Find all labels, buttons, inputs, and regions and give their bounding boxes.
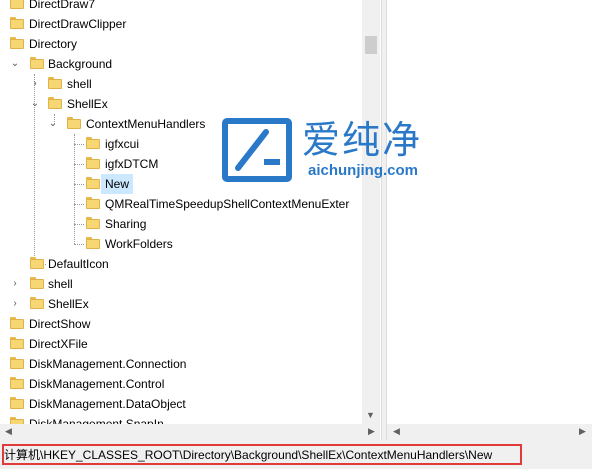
folder-icon	[30, 277, 44, 289]
scrollbar-thumb[interactable]	[365, 36, 377, 54]
tree-item-label: DirectXFile	[29, 337, 88, 351]
tree-item-label: ContextMenuHandlers	[86, 117, 206, 131]
tree-item-label: igfxDTCM	[105, 157, 159, 171]
folder-icon	[48, 97, 62, 109]
registry-tree[interactable]: DirectDraw7 DirectDrawClipper Directory …	[0, 0, 362, 424]
tree-item-label: WorkFolders	[105, 237, 173, 251]
tree-item-label: ShellEx	[48, 297, 89, 311]
folder-icon	[10, 37, 24, 49]
watermark-url: aichunjing.com	[308, 162, 419, 179]
folder-icon	[10, 0, 24, 9]
tree-item-label: ShellEx	[67, 97, 108, 111]
folder-icon	[10, 337, 24, 349]
chevron-right-icon[interactable]: ›	[30, 74, 40, 94]
folder-icon	[10, 357, 24, 369]
tree-connector	[74, 244, 84, 245]
tree-item-label: shell	[48, 277, 73, 291]
folder-icon	[10, 397, 24, 409]
tree-item-label: igfxcui	[105, 137, 140, 151]
folder-icon	[67, 117, 81, 129]
tree-item-label: QMRealTimeSpeedupShellContextMenuExter	[105, 197, 350, 211]
folder-icon	[86, 137, 100, 149]
folder-icon	[10, 317, 24, 329]
folder-icon	[48, 77, 62, 89]
chevron-down-icon[interactable]: ⌄	[10, 54, 20, 74]
scroll-right-arrow-icon[interactable]: ▶	[579, 426, 586, 437]
watermark-brand: 爱纯净	[302, 118, 423, 162]
folder-icon	[86, 197, 100, 209]
values-horizontal-scrollbar[interactable]: ◀ ▶	[387, 424, 592, 440]
chevron-down-icon[interactable]: ⌄	[48, 114, 58, 134]
scroll-right-arrow-icon[interactable]: ▶	[368, 426, 375, 437]
tree-item-label: DirectDrawClipper	[29, 17, 127, 31]
chevron-down-icon[interactable]: ⌄	[30, 94, 40, 114]
chevron-right-icon[interactable]: ›	[10, 294, 20, 314]
scroll-down-arrow-icon[interactable]: ▼	[366, 410, 375, 420]
folder-icon	[86, 177, 100, 189]
registry-path[interactable]: 计算机\HKEY_CLASSES_ROOT\Directory\Backgrou…	[4, 447, 492, 464]
tree-item-label: DefaultIcon	[48, 257, 109, 271]
tree-connector	[74, 224, 84, 225]
folder-icon	[10, 17, 24, 29]
folder-icon	[30, 297, 44, 309]
tree-item-label: Sharing	[105, 217, 147, 231]
chevron-right-icon[interactable]: ›	[10, 274, 20, 294]
scroll-left-arrow-icon[interactable]: ◀	[393, 426, 400, 437]
tree-item-label: shell	[67, 77, 92, 91]
tree-horizontal-scrollbar[interactable]: ◀ ▶	[0, 424, 380, 440]
watermark: 爱纯净 aichunjing.com	[222, 118, 462, 188]
tree-item-label: DiskManagement.Control	[29, 377, 165, 391]
folder-icon	[30, 57, 44, 69]
tree-connector	[74, 134, 75, 244]
tree-connector	[74, 144, 84, 145]
tree-item-label: DirectShow	[29, 317, 91, 331]
tree-item-label: Background	[48, 57, 113, 71]
values-pane[interactable]	[387, 0, 592, 424]
tree-item-label: DiskManagement.Connection	[29, 357, 187, 371]
tree-vertical-scrollbar[interactable]: ▼	[362, 0, 380, 424]
scroll-left-arrow-icon[interactable]: ◀	[5, 426, 12, 437]
folder-icon	[86, 157, 100, 169]
folder-icon	[10, 417, 24, 424]
tree-item-label: Directory	[29, 37, 78, 51]
tree-item-label: New	[101, 174, 134, 194]
tree-item-label: DiskManagement.DataObject	[29, 397, 186, 411]
tree-connector	[74, 204, 84, 205]
folder-icon	[86, 217, 100, 229]
tree-connector	[74, 164, 84, 165]
watermark-logo-icon	[222, 118, 292, 182]
path-highlight-box: 计算机\HKEY_CLASSES_ROOT\Directory\Backgrou…	[2, 444, 522, 465]
folder-icon	[10, 377, 24, 389]
folder-icon	[30, 257, 44, 269]
folder-icon	[86, 237, 100, 249]
status-bar: 计算机\HKEY_CLASSES_ROOT\Directory\Backgrou…	[0, 440, 592, 469]
tree-item-label: DiskManagement.SnapIn	[29, 417, 164, 424]
tree-item-label: DirectDraw7	[29, 0, 96, 11]
tree-connector	[74, 184, 84, 185]
